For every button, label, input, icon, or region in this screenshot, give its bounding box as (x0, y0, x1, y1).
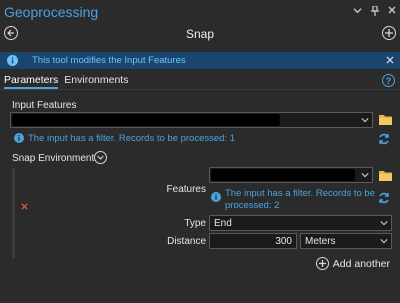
plus-icon (315, 257, 329, 270)
add-another-label: Add another (332, 257, 390, 270)
info-icon (211, 192, 221, 202)
refresh-icon[interactable] (378, 133, 390, 145)
pane-title: Geoprocessing (4, 4, 99, 20)
expand-snap-environment-button[interactable] (94, 151, 107, 164)
info-banner: This tool modifies the Input Features (0, 52, 400, 69)
chevron-down-icon[interactable] (353, 6, 362, 19)
add-another-button[interactable]: Add another (315, 257, 390, 270)
pin-icon[interactable] (371, 5, 379, 19)
input-features-label: Input Features (12, 100, 77, 111)
remove-row-icon[interactable] (21, 202, 28, 212)
chevron-down-icon (361, 173, 369, 178)
chevron-down-icon (380, 221, 388, 226)
redacted-value (12, 114, 280, 126)
distance-value: 300 (275, 236, 292, 247)
folder-icon[interactable] (379, 170, 392, 181)
pane-controls (353, 5, 396, 19)
snap-environment-label: Snap Environment (12, 153, 95, 164)
distance-unit-select[interactable]: Meters (300, 233, 392, 249)
features-label: Features (166, 184, 206, 195)
folder-icon[interactable] (379, 114, 392, 125)
add-to-favorites-button[interactable] (382, 26, 396, 40)
type-select[interactable]: End (209, 215, 392, 231)
input-filter-message: The input has a filter. Records to be pr… (28, 133, 236, 144)
redacted-value (211, 169, 355, 181)
info-icon (7, 55, 18, 66)
info-icon (14, 133, 24, 143)
tab-environments[interactable]: Environments (64, 74, 128, 89)
type-label: Type (184, 218, 206, 229)
dismiss-banner-button[interactable] (386, 55, 394, 67)
distance-label: Distance (167, 236, 206, 247)
tool-title: Snap (185, 27, 215, 41)
divider (0, 89, 400, 90)
tab-strip: Parameters Environments (4, 74, 128, 89)
banner-text: This tool modifies the Input Features (32, 55, 186, 66)
refresh-icon[interactable] (378, 192, 390, 204)
distance-unit-value: Meters (305, 236, 336, 247)
close-icon[interactable] (388, 6, 396, 19)
chevron-down-icon (380, 239, 388, 244)
snap-features-combo[interactable] (209, 167, 373, 183)
plus-icon (385, 29, 393, 37)
tab-parameters[interactable]: Parameters (4, 74, 59, 89)
help-icon[interactable]: ? (382, 74, 395, 87)
row-handle[interactable] (12, 168, 15, 258)
input-features-combo[interactable] (10, 112, 373, 128)
close-icon (386, 56, 394, 63)
chevron-down-icon (361, 118, 369, 123)
chevron-down-icon (97, 155, 104, 160)
type-value: End (214, 218, 232, 229)
distance-input[interactable]: 300 (209, 233, 297, 249)
features-filter-message: The input has a filter. Records to be pr… (225, 188, 375, 211)
